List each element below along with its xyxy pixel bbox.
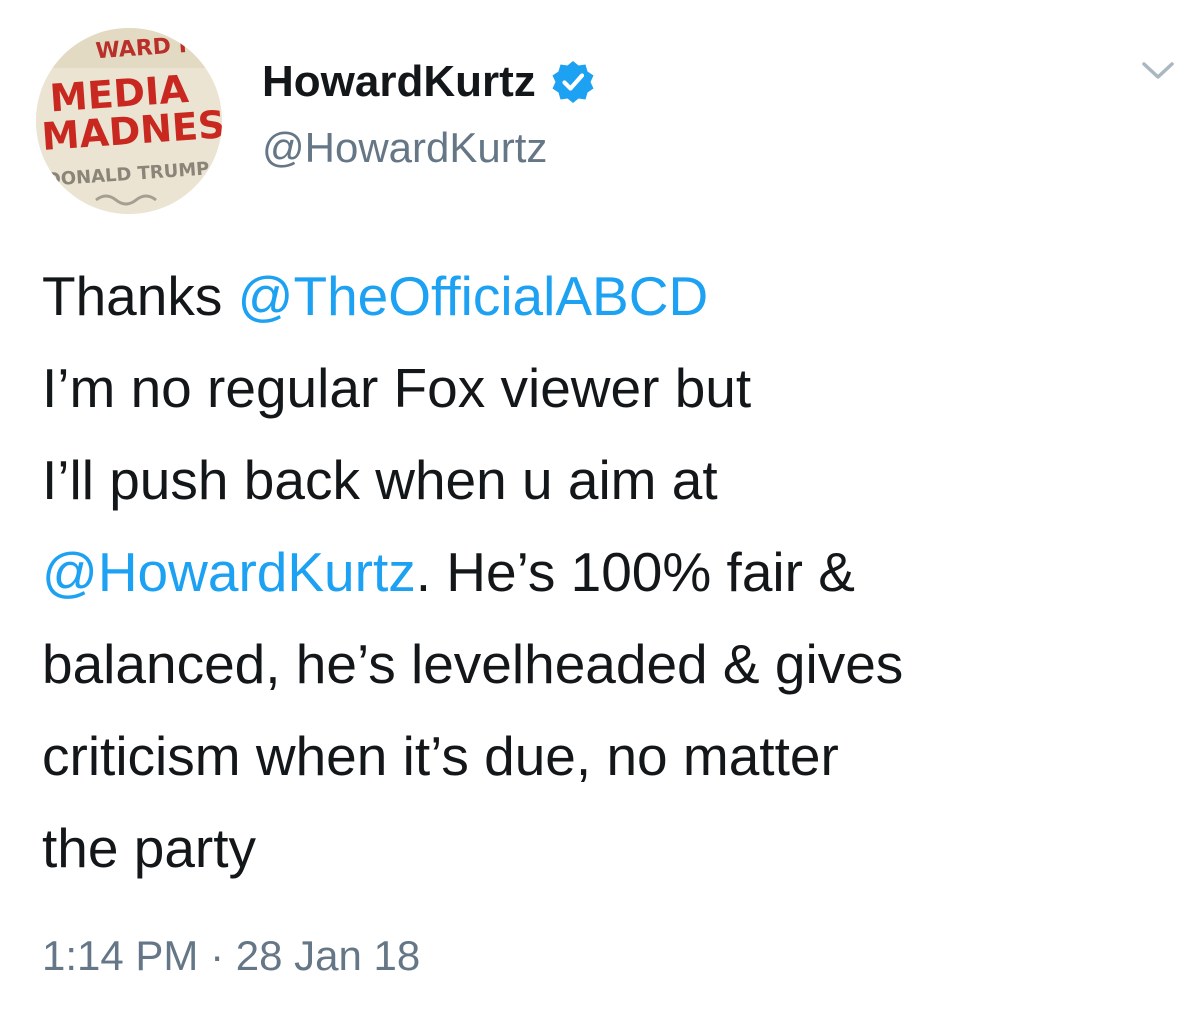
- tweet-line-5: balanced, he’s levelheaded & gives: [42, 633, 904, 695]
- author-handle[interactable]: @HowardKurtz: [262, 124, 547, 172]
- tweet-line-2: I’m no regular Fox viewer but: [42, 357, 752, 419]
- tweet-text: Thanks @TheOfficialABCD I’m no regular F…: [42, 250, 1182, 894]
- tweet-timestamp[interactable]: 1:14 PM · 28 Jan 18: [42, 932, 420, 980]
- mention-link-howardkurtz[interactable]: @HowardKurtz: [42, 541, 416, 603]
- tweet-line-7: the party: [42, 817, 257, 879]
- verified-badge-icon: [550, 59, 596, 105]
- tweet-line-4: @HowardKurtz. He’s 100% fair &: [42, 526, 1182, 618]
- tweet-card: WARD KUR MEDIA MADNESS DONALD TRUMP Howa…: [0, 0, 1200, 1034]
- tweet-line-1: Thanks @TheOfficialABCD: [42, 250, 1182, 342]
- tweet-menu-button[interactable]: [1132, 50, 1184, 90]
- avatar-book-cover-image: WARD KUR MEDIA MADNESS DONALD TRUMP: [36, 28, 222, 214]
- tweet-line-6: criticism when it’s due, no matter: [42, 725, 839, 787]
- mention-link-theofficialabcd[interactable]: @TheOfficialABCD: [238, 265, 709, 327]
- tweet-line-3: I’ll push back when u aim at: [42, 449, 718, 511]
- tweet-text-segment: . He’s 100% fair &: [415, 541, 855, 603]
- display-name[interactable]: HowardKurtz: [262, 57, 536, 107]
- author-name-row[interactable]: HowardKurtz: [262, 52, 596, 112]
- chevron-down-icon: [1142, 62, 1174, 79]
- tweet-text-segment: Thanks: [42, 265, 238, 327]
- avatar[interactable]: WARD KUR MEDIA MADNESS DONALD TRUMP: [36, 28, 222, 214]
